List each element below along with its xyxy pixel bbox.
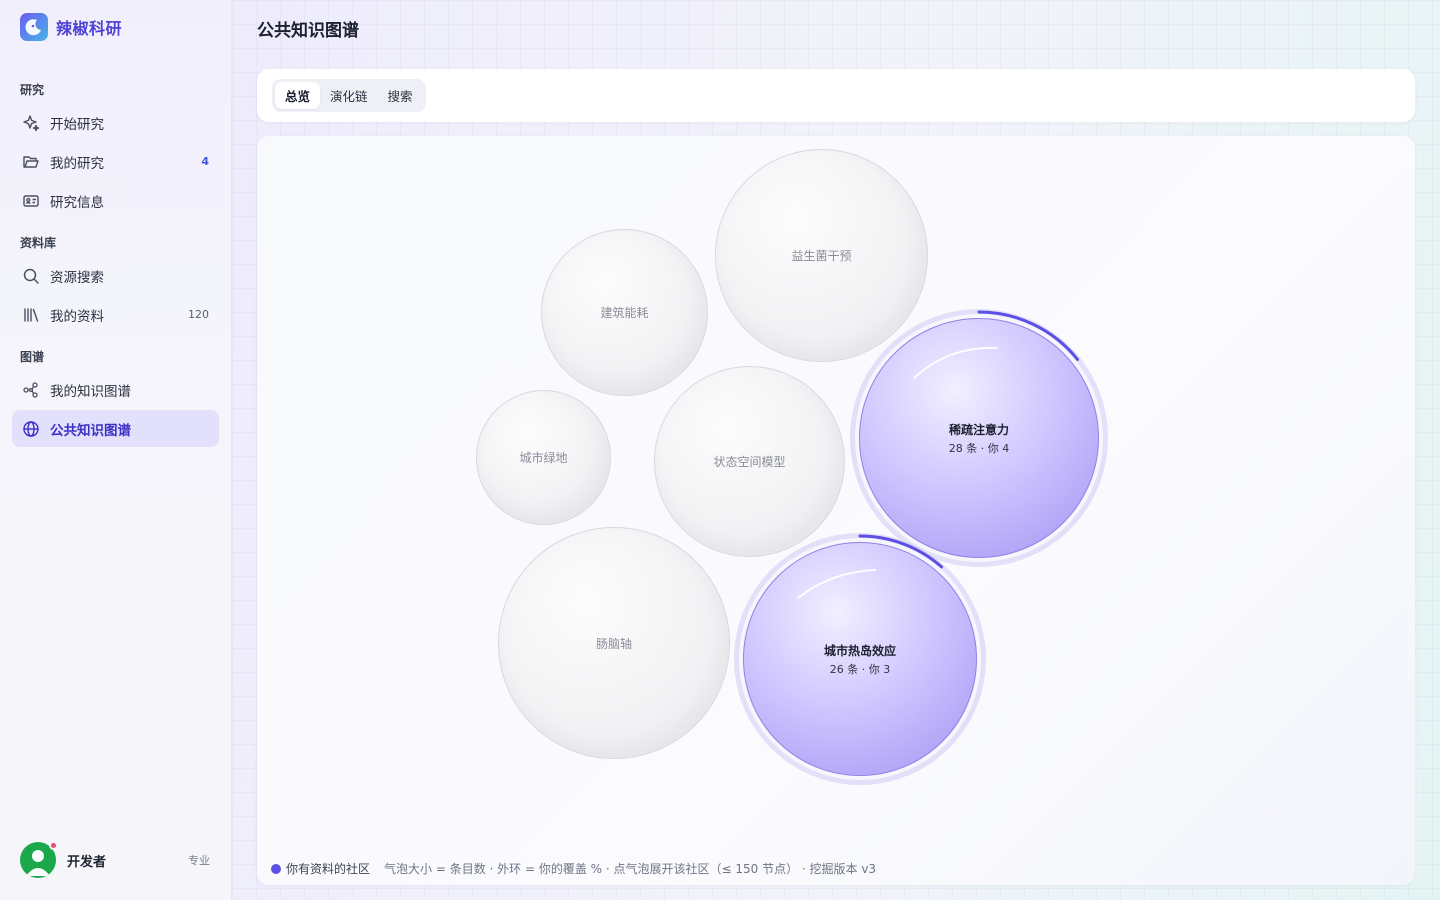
bubble-label: 城市热岛效应 (823, 643, 896, 658)
bubble-probiotic[interactable]: 益生菌干预 (715, 149, 928, 362)
sidebar-item-label: 资源搜索 (50, 269, 104, 286)
count-badge: 4 (201, 155, 209, 168)
sidebar-item-public-knowledge-graph[interactable]: 公共知识图谱 (12, 410, 219, 447)
bubble-building-energy[interactable]: 建筑能耗 (541, 229, 708, 396)
sidebar-item-label: 开始研究 (50, 116, 104, 133)
sidebar-item-label: 我的知识图谱 (50, 383, 131, 400)
sidebar-item-research-info[interactable]: 研究信息 (12, 182, 219, 219)
page-title: 公共知识图谱 (257, 21, 359, 41)
bubble-label: 建筑能耗 (600, 306, 649, 320)
folder-open-icon (22, 153, 40, 171)
sidebar-item-start-research[interactable]: 开始研究 (12, 104, 219, 141)
plan-badge: 专业 (188, 854, 210, 867)
bubble-count: 26 条 · 你 3 (829, 662, 891, 676)
globe-icon (22, 420, 40, 438)
sidebar-item-label: 公共知识图谱 (50, 422, 131, 439)
library-icon (22, 306, 40, 324)
sidebar-item-label: 我的研究 (50, 155, 104, 172)
bubble-label: 城市绿地 (519, 451, 568, 465)
sidebar-item-my-knowledge-graph[interactable]: 我的知识图谱 (12, 371, 219, 408)
graph-nodes-icon (22, 381, 40, 399)
legend-note: 气泡大小 = 条目数 · 外环 = 你的覆盖 % · 点气泡展开该社区（≤ 15… (384, 862, 877, 876)
bubble-label: 状态空间模型 (713, 455, 786, 469)
brand-logo-icon (20, 13, 48, 41)
bubble-sparse-attention[interactable]: 稀疏注意力 28 条 · 你 4 (859, 318, 1099, 558)
view-tabs: 总览 演化链 搜索 (272, 79, 426, 112)
tab-evolution-chain[interactable]: 演化链 (320, 82, 378, 109)
bubble-gut-brain-axis[interactable]: 肠脑轴 (498, 527, 730, 759)
brand[interactable]: 辣椒科研 (20, 13, 122, 41)
bubble-urban-heat-island[interactable]: 城市热岛效应 26 条 · 你 3 (743, 542, 977, 776)
section-label-graph: 图谱 (20, 350, 45, 364)
bubble-urban-green[interactable]: 城市绿地 (476, 390, 611, 525)
sidebar-item-my-materials[interactable]: 我的资料 120 (12, 296, 219, 333)
bubble-shine (913, 346, 998, 379)
search-icon (22, 267, 40, 285)
bubble-graph: 益生菌干预 建筑能耗 城市绿地 状态空间模型 肠脑轴 稀疏注意力 28 条 · … (257, 136, 1415, 885)
tabs-card: 总览 演化链 搜索 (257, 69, 1415, 122)
tab-search[interactable]: 搜索 (378, 82, 423, 109)
brand-name: 辣椒科研 (56, 19, 123, 38)
section-label-research: 研究 (20, 83, 45, 97)
bubble-count: 28 条 · 你 4 (948, 441, 1010, 455)
sidebar-item-resource-search[interactable]: 资源搜索 (12, 257, 219, 294)
user-profile[interactable]: 开发者 专业 (20, 841, 215, 878)
section-label-library: 资料库 (20, 236, 57, 250)
bubble-shine (797, 569, 876, 599)
sparkles-icon (22, 114, 40, 132)
tab-overview[interactable]: 总览 (275, 82, 321, 109)
bubble-state-space-model[interactable]: 状态空间模型 (654, 366, 845, 557)
legend: 你有资料的社区 气泡大小 = 条目数 · 外环 = 你的覆盖 % · 点气泡展开… (271, 860, 876, 877)
bubble-label: 肠脑轴 (595, 636, 632, 651)
id-card-icon (22, 192, 40, 210)
sidebar: 辣椒科研 研究 开始研究 我的研究 4 研究信息 资料库 资源搜索 我的资料 1… (0, 0, 232, 900)
legend-label: 你有资料的社区 (286, 862, 371, 876)
bubble-label: 益生菌干预 (791, 249, 852, 263)
count-badge: 120 (188, 308, 209, 321)
main-content: 公共知识图谱 总览 演化链 搜索 益生菌干预 建筑能耗 城市绿地 状态空间模型 … (232, 0, 1440, 900)
sidebar-item-label: 我的资料 (50, 308, 104, 325)
sidebar-item-my-research[interactable]: 我的研究 4 (12, 143, 219, 180)
notification-dot (49, 841, 58, 850)
legend-dot-icon (271, 863, 281, 874)
user-name: 开发者 (67, 854, 107, 870)
sidebar-item-label: 研究信息 (50, 194, 104, 211)
bubble-label: 稀疏注意力 (948, 422, 1009, 437)
